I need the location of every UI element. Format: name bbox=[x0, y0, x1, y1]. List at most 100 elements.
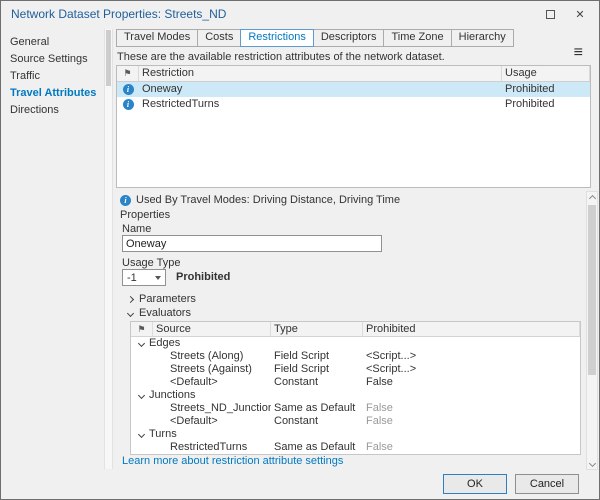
evaluator-type: Constant bbox=[271, 376, 363, 389]
evaluator-row[interactable]: RestrictedTurns Same as Default False bbox=[131, 441, 580, 454]
column-header-restriction[interactable]: Restriction bbox=[139, 66, 502, 81]
flag-icon: ⚑ bbox=[131, 322, 153, 336]
evaluator-source: Streets_ND_Junctions bbox=[153, 402, 271, 415]
scrollbar-thumb[interactable] bbox=[588, 205, 596, 375]
chevron-up-icon bbox=[588, 194, 595, 201]
sidebar: General Source Settings Traffic Travel A… bbox=[1, 27, 104, 469]
evaluator-row[interactable]: <Default> Constant False bbox=[131, 415, 580, 428]
sidebar-item-directions[interactable]: Directions bbox=[1, 102, 104, 119]
restriction-usage: Prohibited bbox=[502, 97, 590, 112]
learn-more-link[interactable]: Learn more about restriction attribute s… bbox=[122, 455, 343, 467]
sidebar-scrollbar[interactable] bbox=[104, 29, 113, 469]
tab-travel-modes[interactable]: Travel Modes bbox=[116, 29, 198, 47]
titlebar: Network Dataset Properties: Streets_ND ✕ bbox=[1, 1, 599, 27]
travel-attributes-panel: Travel Modes Costs Restrictions Descript… bbox=[114, 27, 599, 471]
restrictions-table-header: ⚑ Restriction Usage bbox=[117, 66, 590, 82]
group-label: Edges bbox=[149, 337, 180, 350]
column-header-type[interactable]: Type bbox=[271, 322, 363, 336]
properties-scrollbar[interactable] bbox=[586, 191, 598, 470]
used-by-travel-modes: i Used By Travel Modes: Driving Distance… bbox=[120, 193, 400, 206]
usage-type-text: Prohibited bbox=[176, 271, 230, 283]
evaluator-value: False bbox=[363, 376, 580, 389]
sidebar-scrollbar-thumb[interactable] bbox=[106, 30, 111, 86]
restriction-usage: Prohibited bbox=[502, 82, 590, 97]
restriction-row-restrictedturns[interactable]: i RestrictedTurns Prohibited bbox=[117, 97, 590, 112]
row-icon-cell bbox=[131, 441, 153, 454]
column-header-usage[interactable]: Usage bbox=[502, 66, 590, 81]
name-field[interactable] bbox=[122, 235, 382, 252]
tab-descriptors[interactable]: Descriptors bbox=[313, 29, 385, 47]
evaluator-value: <Script...> bbox=[363, 350, 580, 363]
dialog-footer: OK Cancel bbox=[1, 469, 599, 499]
tab-hierarchy[interactable]: Hierarchy bbox=[451, 29, 514, 47]
evaluators-expander[interactable]: Evaluators bbox=[128, 307, 191, 319]
evaluator-type: Same as Default bbox=[271, 402, 363, 415]
evaluator-source: Streets (Along) bbox=[153, 350, 271, 363]
sidebar-item-traffic[interactable]: Traffic bbox=[1, 68, 104, 85]
evaluator-value: False bbox=[363, 441, 580, 454]
name-label: Name bbox=[122, 223, 151, 235]
chevron-down-icon bbox=[588, 459, 595, 466]
maximize-button[interactable] bbox=[535, 4, 565, 24]
flag-icon: ⚑ bbox=[117, 66, 139, 81]
usage-type-select[interactable]: -1 bbox=[122, 269, 166, 286]
evaluator-row[interactable]: <Default> Constant False bbox=[131, 376, 580, 389]
usage-type-value: -1 bbox=[127, 272, 137, 284]
column-header-prohibited[interactable]: Prohibited bbox=[363, 322, 580, 336]
restriction-row-oneway[interactable]: i Oneway Prohibited bbox=[117, 82, 590, 97]
tab-strip: Travel Modes Costs Restrictions Descript… bbox=[116, 29, 513, 47]
sidebar-item-source-settings[interactable]: Source Settings bbox=[1, 51, 104, 68]
column-header-source[interactable]: Source bbox=[153, 322, 271, 336]
evaluator-source: <Default> bbox=[153, 376, 271, 389]
evaluator-value: False bbox=[363, 415, 580, 428]
info-icon: i bbox=[123, 84, 134, 95]
flag-glyph: ⚑ bbox=[123, 68, 131, 78]
usage-type-label: Usage Type bbox=[122, 257, 181, 269]
evaluator-row[interactable]: Streets_ND_Junctions Same as Default Fal… bbox=[131, 402, 580, 415]
tab-costs[interactable]: Costs bbox=[197, 29, 241, 47]
group-label: Junctions bbox=[149, 389, 195, 402]
evaluators-table-header: ⚑ Source Type Prohibited bbox=[131, 322, 580, 337]
restrictions-description: These are the available restriction attr… bbox=[117, 51, 445, 63]
close-icon: ✕ bbox=[575, 8, 584, 21]
window-title: Network Dataset Properties: Streets_ND bbox=[11, 7, 226, 21]
chevron-down-icon bbox=[138, 340, 145, 347]
parameters-expander[interactable]: Parameters bbox=[128, 293, 196, 305]
row-icon-cell bbox=[131, 350, 153, 363]
scroll-down-button[interactable] bbox=[587, 457, 597, 469]
group-label: Turns bbox=[149, 428, 177, 441]
used-by-text: Used By Travel Modes: Driving Distance, … bbox=[136, 194, 400, 206]
scroll-up-button[interactable] bbox=[587, 192, 597, 204]
row-icon-cell bbox=[131, 363, 153, 376]
ok-button[interactable]: OK bbox=[443, 474, 507, 494]
group-row-turns[interactable]: Turns bbox=[131, 428, 580, 441]
row-icon-cell bbox=[131, 402, 153, 415]
row-icon-cell: i bbox=[117, 97, 139, 112]
cancel-button[interactable]: Cancel bbox=[515, 474, 579, 494]
sidebar-item-travel-attributes[interactable]: Travel Attributes bbox=[1, 85, 104, 102]
info-icon: i bbox=[120, 195, 131, 206]
window-controls: ✕ bbox=[535, 4, 595, 24]
menu-button[interactable]: ≡ bbox=[574, 45, 583, 61]
sidebar-item-general[interactable]: General bbox=[1, 34, 104, 51]
evaluator-row[interactable]: Streets (Against) Field Script <Script..… bbox=[131, 363, 580, 376]
properties-section-label: Properties bbox=[120, 209, 170, 221]
evaluator-source: RestrictedTurns bbox=[153, 441, 271, 454]
restriction-name: Oneway bbox=[139, 82, 502, 97]
evaluator-value: False bbox=[363, 402, 580, 415]
row-icon-cell bbox=[131, 415, 153, 428]
group-row-junctions[interactable]: Junctions bbox=[131, 389, 580, 402]
group-row-edges[interactable]: Edges bbox=[131, 337, 580, 350]
evaluators-label: Evaluators bbox=[139, 307, 191, 319]
evaluator-source: Streets (Against) bbox=[153, 363, 271, 376]
tab-restrictions[interactable]: Restrictions bbox=[240, 29, 313, 47]
evaluator-source: <Default> bbox=[153, 415, 271, 428]
close-button[interactable]: ✕ bbox=[565, 4, 595, 24]
evaluator-type: Same as Default bbox=[271, 441, 363, 454]
evaluator-type: Field Script bbox=[271, 350, 363, 363]
restrictions-table: ⚑ Restriction Usage i Oneway Prohibited … bbox=[116, 65, 591, 188]
maximize-icon bbox=[546, 10, 555, 19]
tab-time-zone[interactable]: Time Zone bbox=[383, 29, 451, 47]
evaluator-row[interactable]: Streets (Along) Field Script <Script...> bbox=[131, 350, 580, 363]
parameters-label: Parameters bbox=[139, 293, 196, 305]
